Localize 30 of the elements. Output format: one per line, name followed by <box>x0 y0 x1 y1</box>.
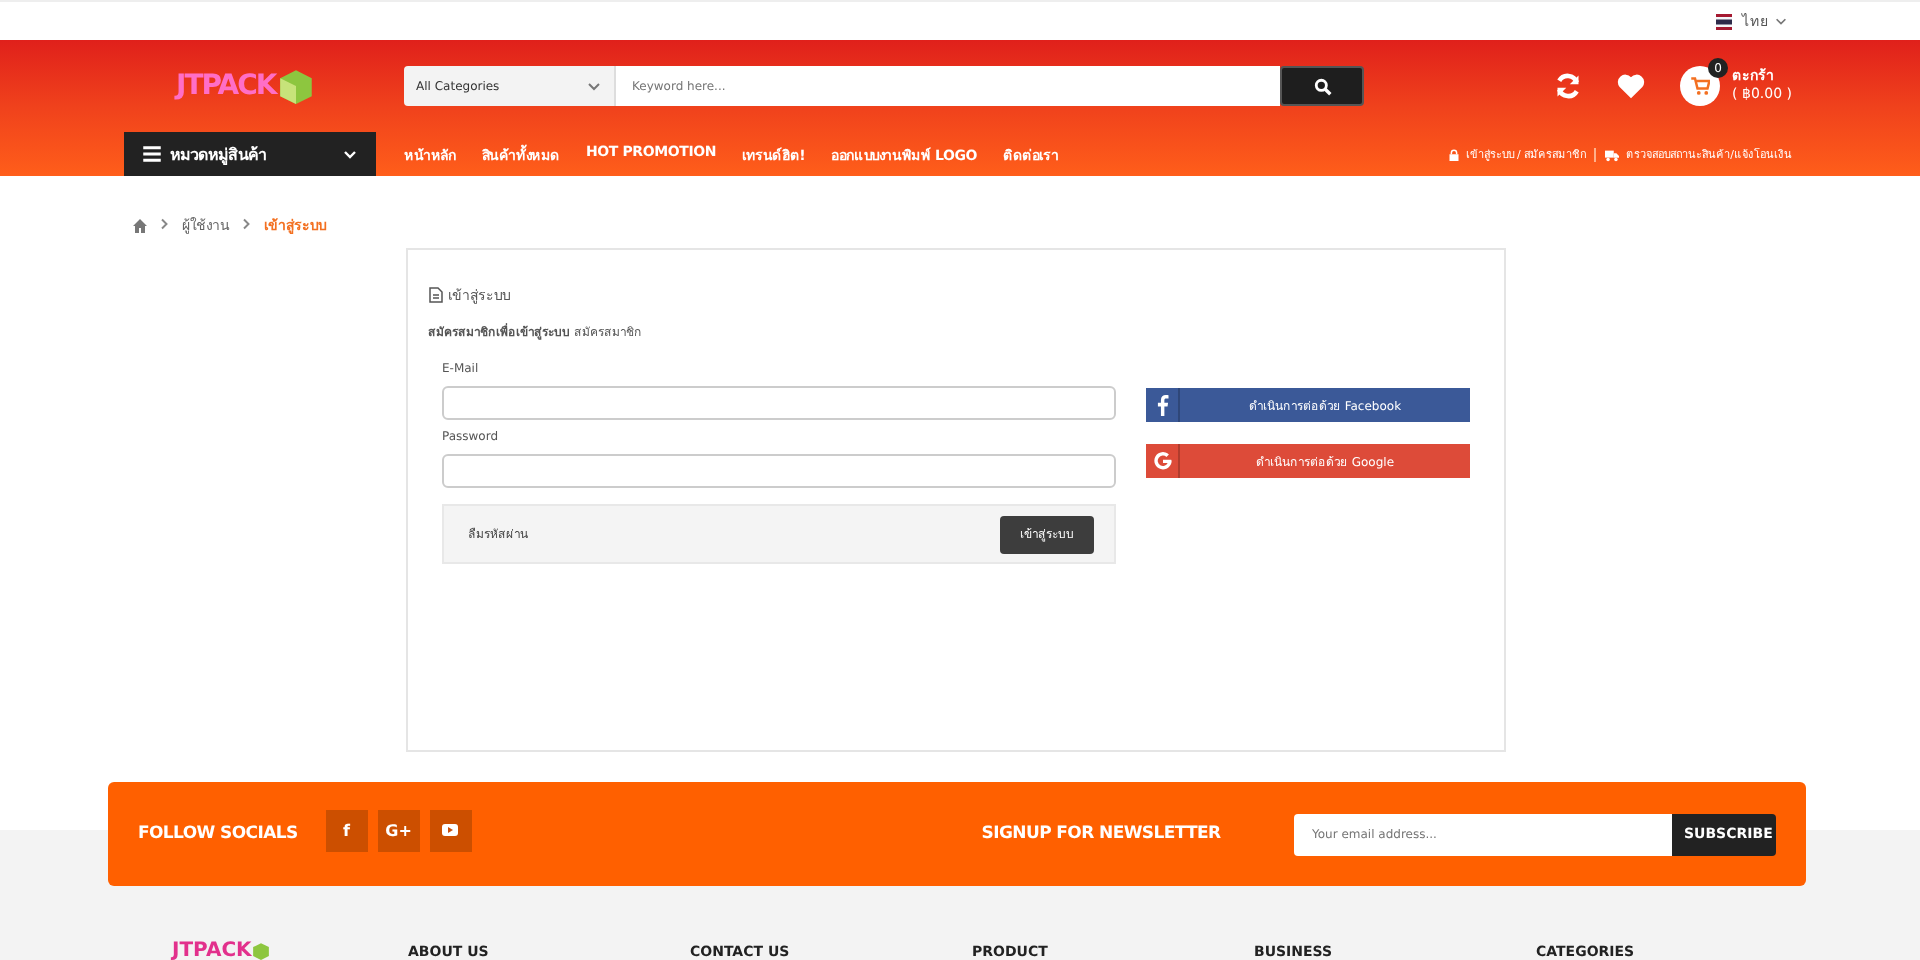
search-button[interactable] <box>1280 66 1364 106</box>
lock-icon <box>1447 147 1460 161</box>
input-field[interactable] <box>442 386 1116 420</box>
social-link[interactable]: f <box>325 809 368 851</box>
document-icon <box>428 286 444 304</box>
box-icon <box>277 68 314 104</box>
play-icon <box>440 822 461 838</box>
chevron-icon <box>342 146 358 162</box>
menu-icon <box>142 144 162 164</box>
footer-logo[interactable]: JTPACK <box>172 940 408 960</box>
search-icon <box>1313 77 1331 95</box>
category-menu-button[interactable]: หมวดหมู่สินค้า <box>124 132 376 176</box>
cart-button[interactable] <box>1680 66 1721 106</box>
refresh-icon[interactable] <box>1554 72 1583 100</box>
social-link[interactable]: G+ <box>377 809 420 851</box>
caret-icon <box>1774 14 1788 28</box>
social-link[interactable] <box>429 809 472 851</box>
truck-icon <box>1604 147 1621 161</box>
flag-icon <box>1712 13 1736 29</box>
google-icon <box>1151 450 1173 472</box>
caret-icon <box>586 78 602 94</box>
home-icon[interactable] <box>132 217 148 233</box>
newsletter-heading: SIGNUP FOR NEWSLETTER <box>981 824 1221 844</box>
input-field[interactable] <box>442 454 1116 488</box>
box-icon <box>251 942 270 960</box>
heart-icon[interactable] <box>1616 72 1647 100</box>
chevron-icon <box>160 217 170 233</box>
cart-icon <box>1690 76 1711 96</box>
chevron-icon <box>242 217 252 233</box>
follow-heading: FOLLOW SOCIALS <box>138 824 298 844</box>
